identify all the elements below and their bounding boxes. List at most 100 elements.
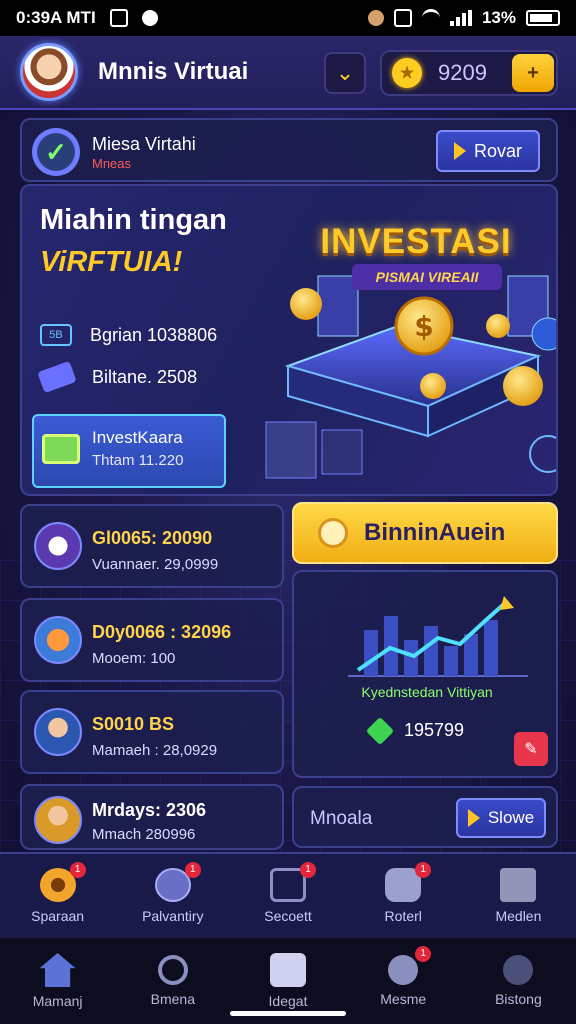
flag-icon [270,953,306,987]
secondary-button-label: Slowe [487,808,535,827]
nav-label: Mamanj [32,993,83,1009]
nav-label: Medlen [495,908,542,924]
hero-stat-2: Biltane. 2508 [37,360,198,394]
document-icon [500,868,537,902]
nav-item-profile[interactable]: 1 Mesme [346,938,461,1024]
clock-icon [318,518,348,548]
nav-label: Sparaan [31,908,85,924]
info-action-label: Rovar [473,140,522,161]
hero-stat-2-text: Biltane. 2508 [92,366,198,387]
app-icon [141,10,158,26]
nav-item-home[interactable]: Mamanj [0,938,115,1024]
cast-icon [393,9,412,27]
status-time: 0:39A MTI [16,8,96,27]
promo-title: INVESTASI [320,222,512,261]
nav-label: Mesme [380,991,427,1007]
signal-icon [449,10,472,26]
gift-icon [34,522,82,570]
notification-badge: 1 [184,862,201,878]
list-item[interactable]: Mrdays: 2306 Mmach 280996 [20,784,284,850]
svg-text:$: $ [414,310,433,343]
secondary-panel: Mnoala Slowe [292,786,558,848]
nav-item-secoett[interactable]: 1 Secoett [230,854,345,938]
ticket-icon [37,360,77,394]
nav-item-palvantiry[interactable]: 1 Palvantiry [115,854,230,938]
tag-icon[interactable]: ✎ [514,732,548,766]
play-icon [453,142,466,160]
info-title: Miesa Virtahi [92,134,196,154]
list-item-title: Mrdays: 2306 [92,800,207,820]
nav-item-sparaan[interactable]: 1 Sparaan [0,854,115,938]
nav-item-account[interactable]: Bistong [461,938,576,1024]
invest-subtitle: Thtam 11.220 [92,452,184,469]
hero-stat-1-text: Bgrian 1038806 [90,324,218,345]
notification-badge: 1 [415,946,432,962]
list-item-subtitle: Mamaeh : 28,0929 [92,742,218,759]
growth-chart [348,596,528,677]
sparkle-icon [365,716,395,745]
secondary-label: Mnoala [310,808,373,829]
coin-value: 9209 [438,60,487,85]
list-item[interactable]: D0y0066 : 32096 Mooem: 100 [20,598,284,682]
play-icon [467,809,480,827]
package-icon [34,616,82,664]
nav-label: Secoett [264,908,312,924]
list-item[interactable]: S0010 BS Mamaeh : 28,0929 [20,690,284,774]
nav-label: Bmena [150,991,195,1007]
wifi-icon [421,9,440,27]
top-nav-bar: 1 Sparaan 1 Palvantiry 1 Secoett 1 Roter… [0,852,576,938]
notification-badge: 1 [300,862,316,878]
hero-title: Miahin tingan [40,204,227,236]
person-icon [388,955,419,985]
primary-action-button[interactable]: BinninAuein [292,502,558,564]
invest-card[interactable]: InvestKaara Thtam 11.220 [32,414,226,488]
wallet-icon [42,434,80,464]
chart-value: 195799 [404,720,465,740]
secondary-button[interactable]: Slowe [456,798,546,838]
user-avatar [34,708,82,756]
plus-icon: + [527,61,539,84]
status-bar: 0:39A MTI 13% [0,0,576,36]
nav-label: Idegat [268,993,308,1009]
list-item-subtitle: Mmach 280996 [92,826,196,843]
invest-title: InvestKaara [92,428,183,447]
notification-badge: 1 [69,862,86,878]
home-icon [39,953,76,987]
check-icon: ✓ [32,128,80,176]
account-icon [503,955,534,985]
nav-label: Palvantiry [142,908,204,924]
user-status-icon [367,10,384,26]
hero-stat-1: 5B Bgrian 1038806 [40,324,217,346]
badge-icon: 5B [40,324,72,346]
list-item-subtitle: Vuannaer. 29,0999 [92,556,219,573]
info-banner: ✓ Miesa Virtahi Mneas Rovar [20,118,558,182]
add-coins-button[interactable]: + [512,54,554,92]
nav-item-search[interactable]: Bmena [115,938,230,1024]
notification-icon [109,9,128,27]
user-avatar [34,796,82,844]
list-item[interactable]: Gl0065: 20090 Vuannaer. 29,0999 [20,504,284,588]
coin-icon: ★ [392,58,422,88]
nav-label: Roterl [384,908,422,924]
primary-action-label: BinninAuein [364,519,506,546]
chart-panel: Kyednstedan Vittiyan 195799 ✎ [292,570,558,778]
list-item-title: S0010 BS [92,714,175,734]
search-icon [157,955,188,985]
hero-subtitle: ViRFTUIA! [40,246,183,278]
list-item-subtitle: Mooem: 100 [92,650,176,667]
app-title: Mnnis Virtuai [98,58,249,85]
info-subtitle: Mneas [92,156,132,171]
list-item-title: D0y0066 : 32096 [92,622,232,642]
list-item-title: Gl0065: 20090 [92,528,213,548]
info-action-button[interactable]: Rovar [436,130,540,172]
dropdown-button[interactable]: ⌄ [324,52,366,94]
profile-avatar[interactable] [20,43,78,101]
battery-percent: 13% [481,8,516,27]
coin-balance: ★ 9209 + [380,50,558,96]
chevron-down-icon: ⌄ [335,60,355,85]
home-indicator[interactable] [230,1011,346,1016]
nav-item-roterl[interactable]: 1 Roterl [346,854,461,938]
notification-badge: 1 [415,862,432,878]
nav-item-medlen[interactable]: Medlen [461,854,576,938]
bottom-nav-bar: Mamanj Bmena Idegat 1 Mesme Bistong [0,938,576,1024]
